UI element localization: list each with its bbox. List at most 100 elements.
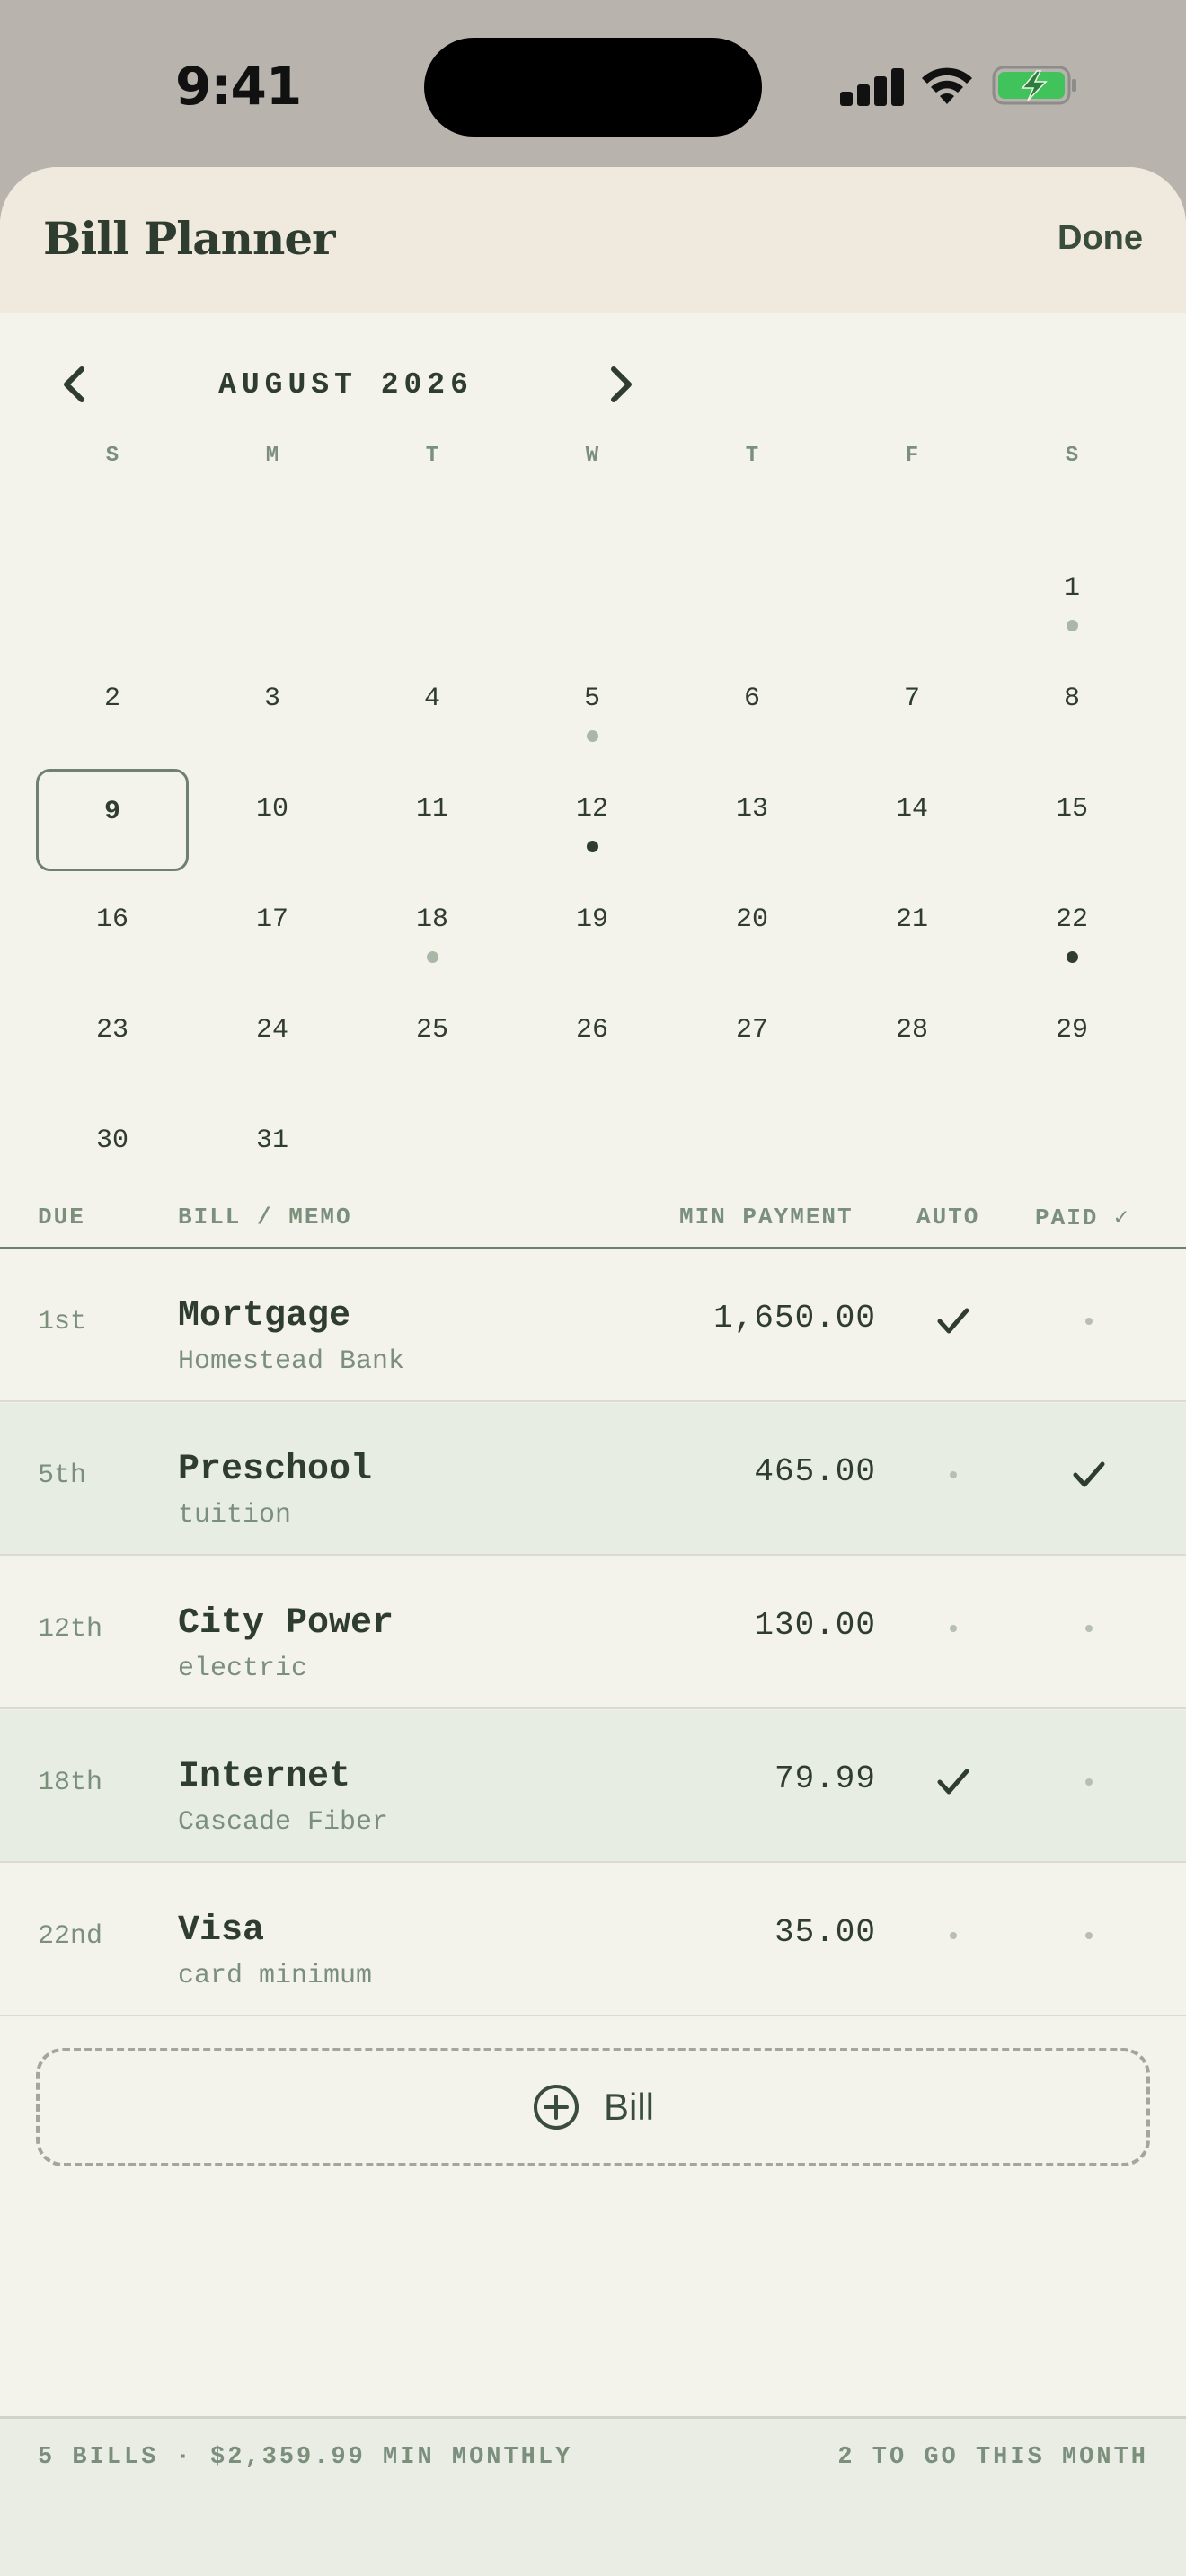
calendar-day-number: 15 [1055,794,1088,825]
column-header-bill: BILL / MEMO [178,1204,352,1231]
calendar-day[interactable]: 22 [996,879,1148,982]
calendar-day[interactable]: 25 [356,990,509,1092]
next-month-button[interactable] [593,356,651,413]
calendar-day-number: 9 [103,797,120,827]
unchecked-dot [1085,1932,1093,1939]
calendar-day[interactable]: 28 [836,990,988,1092]
calendar-day-number: 3 [263,684,280,714]
unchecked-dot [950,1932,957,1939]
page-title: Bill Planner [43,212,335,265]
calendar-day-number: 6 [743,684,760,714]
battery-charging-icon [992,66,1076,105]
bill-name: City Power [178,1603,394,1644]
paid-toggle[interactable] [1053,1755,1125,1809]
chevron-right-icon [611,366,632,402]
calendar-day[interactable]: 17 [196,879,349,982]
calendar-day-number: 19 [575,904,608,935]
calendar-day[interactable]: 6 [676,658,828,761]
calendar-day-number: 7 [903,684,920,714]
calendar-day[interactable]: 10 [196,769,349,871]
bill-memo: Homestead Bank [178,1346,405,1377]
calendar-day-number: 14 [895,794,928,825]
calendar-day-number: 18 [415,904,448,935]
calendar-day[interactable]: 31 [196,1100,349,1203]
status-bar: 9:41 [0,0,1186,167]
calendar-day[interactable]: 11 [356,769,509,871]
bill-row[interactable]: 22nd Visa card minimum 35.00 [0,1864,1186,2016]
weekday-label: W [585,444,599,468]
calendar-day[interactable]: 26 [516,990,668,1092]
bill-row[interactable]: 1st Mortgage Homestead Bank 1,650.00 [0,1249,1186,1402]
sheet-header: Bill Planner Done [0,167,1186,313]
calendar-day[interactable]: 12 [516,769,668,871]
calendar-day-number: 25 [415,1015,448,1045]
calendar-day[interactable]: 14 [836,769,988,871]
bill-min-payment: 465.00 [754,1453,876,1490]
calendar-day[interactable]: 18 [356,879,509,982]
bill-due-date: 22nd [38,1921,103,1952]
calendar-day[interactable]: 13 [676,769,828,871]
bill-due-marker [1067,620,1078,631]
calendar-day[interactable]: 4 [356,658,509,761]
bill-row[interactable]: 12th City Power electric 130.00 [0,1557,1186,1709]
column-header-due: DUE [38,1204,85,1231]
calendar-day-number: 26 [575,1015,608,1045]
autopay-toggle[interactable] [917,1909,989,1963]
bill-memo: electric [178,1654,308,1684]
bill-min-payment: 130.00 [754,1607,876,1644]
dynamic-island [424,38,762,137]
signal-icon [840,66,904,106]
calendar-day[interactable]: 2 [36,658,189,761]
calendar-day[interactable]: 8 [996,658,1148,761]
chevron-left-icon [64,366,84,402]
bill-min-payment: 79.99 [774,1760,876,1797]
unchecked-dot [1085,1625,1093,1632]
bill-name: Internet [178,1757,351,1797]
calendar-day-number: 10 [255,794,288,825]
bill-memo: Cascade Fiber [178,1807,389,1838]
done-button[interactable]: Done [1058,219,1143,258]
calendar-day[interactable]: 23 [36,990,189,1092]
paid-toggle[interactable] [1053,1601,1125,1655]
autopay-toggle[interactable] [917,1294,989,1348]
calendar-month-label: AUGUST 2026 [218,368,474,401]
calendar-day[interactable]: 29 [996,990,1148,1092]
calendar-day[interactable]: 20 [676,879,828,982]
calendar-day-number: 16 [95,904,128,935]
calendar-day[interactable]: 24 [196,990,349,1092]
calendar-day[interactable]: 5 [516,658,668,761]
paid-toggle[interactable] [1053,1909,1125,1963]
calendar-day[interactable]: 15 [996,769,1148,871]
calendar-day[interactable]: 30 [36,1100,189,1203]
calendar-day[interactable]: 7 [836,658,988,761]
plus-circle-icon [533,2085,579,2130]
bill-row[interactable]: 18th Internet Cascade Fiber 79.99 [0,1710,1186,1863]
calendar-day-number: 31 [255,1125,288,1156]
calendar-day[interactable]: 19 [516,879,668,982]
calendar-day[interactable]: 3 [196,658,349,761]
calendar-day[interactable]: 16 [36,879,189,982]
bill-due-marker [427,951,438,963]
previous-month-button[interactable] [45,356,102,413]
unchecked-dot [1085,1778,1093,1786]
autopay-toggle[interactable] [917,1448,989,1502]
paid-toggle[interactable] [1053,1448,1125,1502]
calendar-day-number: 27 [735,1015,768,1045]
add-bill-button[interactable]: Bill [36,2048,1150,2166]
calendar-day-today[interactable]: 9 [36,769,189,871]
bill-min-payment: 35.00 [774,1914,876,1951]
weekday-label: T [745,444,759,468]
calendar-day[interactable]: 1 [996,548,1148,650]
wifi-icon [922,67,972,104]
bill-row[interactable]: 5th Preschool tuition 465.00 [0,1403,1186,1556]
paid-toggle[interactable] [1053,1294,1125,1348]
bill-memo: tuition [178,1500,292,1531]
calendar-day[interactable]: 21 [836,879,988,982]
calendar-day-number: 1 [1063,573,1080,604]
weekday-label: S [1065,444,1079,468]
autopay-toggle[interactable] [917,1601,989,1655]
autopay-toggle[interactable] [917,1755,989,1809]
calendar-day[interactable]: 27 [676,990,828,1092]
column-header-paid: PAID ✓ [1035,1204,1130,1231]
bill-name: Visa [178,1910,265,1951]
